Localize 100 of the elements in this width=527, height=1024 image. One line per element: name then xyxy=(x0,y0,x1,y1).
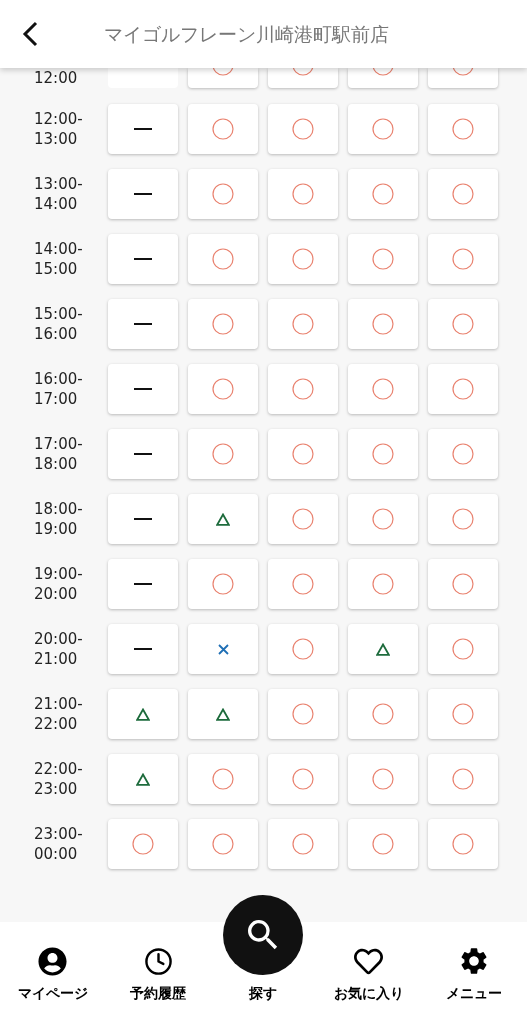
circle-icon xyxy=(212,443,234,465)
dash-icon xyxy=(134,517,152,521)
slot-cell[interactable] xyxy=(108,494,178,544)
circle-icon xyxy=(452,508,474,530)
circle-icon xyxy=(452,768,474,790)
slot-cell[interactable] xyxy=(108,624,178,674)
circle-icon xyxy=(372,703,394,725)
slot-cell[interactable] xyxy=(108,299,178,349)
slot-cell[interactable] xyxy=(108,234,178,284)
slot-cell[interactable] xyxy=(108,68,178,88)
slot-cell[interactable] xyxy=(108,559,178,609)
slot-cell[interactable] xyxy=(108,754,178,804)
circle-icon xyxy=(372,573,394,595)
slot-cell[interactable] xyxy=(188,68,258,88)
slot-cell[interactable] xyxy=(268,104,338,154)
slot-cell[interactable] xyxy=(268,299,338,349)
circle-icon xyxy=(452,833,474,855)
slot-cell[interactable] xyxy=(268,364,338,414)
slot-cell[interactable] xyxy=(348,819,418,869)
slot-cell[interactable] xyxy=(428,234,498,284)
circle-icon xyxy=(212,183,234,205)
slot-cell[interactable] xyxy=(348,299,418,349)
time-label: 15:00-16:00 xyxy=(34,304,84,344)
slot-cell[interactable] xyxy=(348,68,418,88)
slot-cell[interactable] xyxy=(348,754,418,804)
slot-cell[interactable] xyxy=(188,494,258,544)
slot-cell[interactable] xyxy=(188,429,258,479)
slot-cell[interactable] xyxy=(188,104,258,154)
slot-cell[interactable] xyxy=(268,494,338,544)
slot-cell[interactable] xyxy=(268,559,338,609)
dash-icon xyxy=(134,322,152,326)
triangle-icon xyxy=(216,707,230,721)
slot-cell[interactable] xyxy=(188,819,258,869)
slot-cell[interactable] xyxy=(188,169,258,219)
slot-cell[interactable] xyxy=(188,689,258,739)
slot-cell[interactable] xyxy=(428,624,498,674)
nav-tab[interactable]: メニュー xyxy=(424,945,525,1004)
slot-cell[interactable] xyxy=(268,819,338,869)
slot-cell[interactable] xyxy=(188,299,258,349)
slot-cell[interactable] xyxy=(108,819,178,869)
slot-cell[interactable] xyxy=(348,429,418,479)
slot-cell[interactable] xyxy=(188,754,258,804)
slot-cell[interactable] xyxy=(348,169,418,219)
heart-icon xyxy=(354,946,384,976)
slot-cell[interactable] xyxy=(268,429,338,479)
slot-cell[interactable] xyxy=(348,364,418,414)
back-icon xyxy=(22,21,38,47)
slot-cell[interactable] xyxy=(268,68,338,88)
circle-icon xyxy=(212,573,234,595)
nav-tab[interactable]: マイページ xyxy=(2,945,103,1004)
slot-cell[interactable] xyxy=(348,234,418,284)
slot-cell[interactable] xyxy=(188,559,258,609)
slot-cell[interactable] xyxy=(428,819,498,869)
slot-cell[interactable] xyxy=(428,68,498,88)
circle-icon xyxy=(372,118,394,140)
slot-cell[interactable] xyxy=(348,624,418,674)
slot-cell[interactable] xyxy=(428,494,498,544)
slot-cell[interactable] xyxy=(428,104,498,154)
circle-icon xyxy=(212,768,234,790)
circle-icon xyxy=(372,508,394,530)
slot-cell[interactable] xyxy=(428,169,498,219)
slot-cell[interactable] xyxy=(268,689,338,739)
slot-cell[interactable] xyxy=(188,364,258,414)
slot-cell[interactable] xyxy=(428,559,498,609)
circle-icon xyxy=(452,313,474,335)
slot-cell[interactable] xyxy=(348,104,418,154)
slot-cell[interactable] xyxy=(108,429,178,479)
dash-icon xyxy=(134,582,152,586)
circle-icon xyxy=(292,248,314,270)
slot-cell[interactable] xyxy=(188,234,258,284)
slot-cell[interactable] xyxy=(108,364,178,414)
nav-tab[interactable]: 予約履歴 xyxy=(108,945,209,1004)
slot-cell[interactable] xyxy=(348,689,418,739)
circle-icon xyxy=(292,443,314,465)
slot-cell[interactable] xyxy=(268,234,338,284)
circle-icon xyxy=(452,118,474,140)
slot-cell[interactable] xyxy=(348,494,418,544)
slot-cell[interactable] xyxy=(268,624,338,674)
slot-cell[interactable] xyxy=(428,299,498,349)
slot-cell[interactable] xyxy=(108,689,178,739)
dash-icon xyxy=(134,387,152,391)
slot-cell[interactable] xyxy=(268,754,338,804)
slot-cell[interactable] xyxy=(108,104,178,154)
slot-cell[interactable] xyxy=(268,169,338,219)
slot-cell[interactable] xyxy=(428,689,498,739)
time-label: 14:00-15:00 xyxy=(34,239,84,279)
triangle-icon xyxy=(376,642,390,656)
circle-icon xyxy=(452,378,474,400)
circle-icon xyxy=(132,833,154,855)
slot-cell[interactable] xyxy=(348,559,418,609)
circle-icon xyxy=(452,183,474,205)
circle-icon xyxy=(292,703,314,725)
nav-tab[interactable]: 探す xyxy=(213,895,314,1004)
circle-icon xyxy=(452,248,474,270)
slot-cell[interactable] xyxy=(428,429,498,479)
nav-tab[interactable]: お気に入り xyxy=(318,945,419,1004)
slot-cell[interactable] xyxy=(108,169,178,219)
slot-cell[interactable] xyxy=(428,364,498,414)
slot-cell[interactable] xyxy=(428,754,498,804)
slot-cell[interactable] xyxy=(188,624,258,674)
